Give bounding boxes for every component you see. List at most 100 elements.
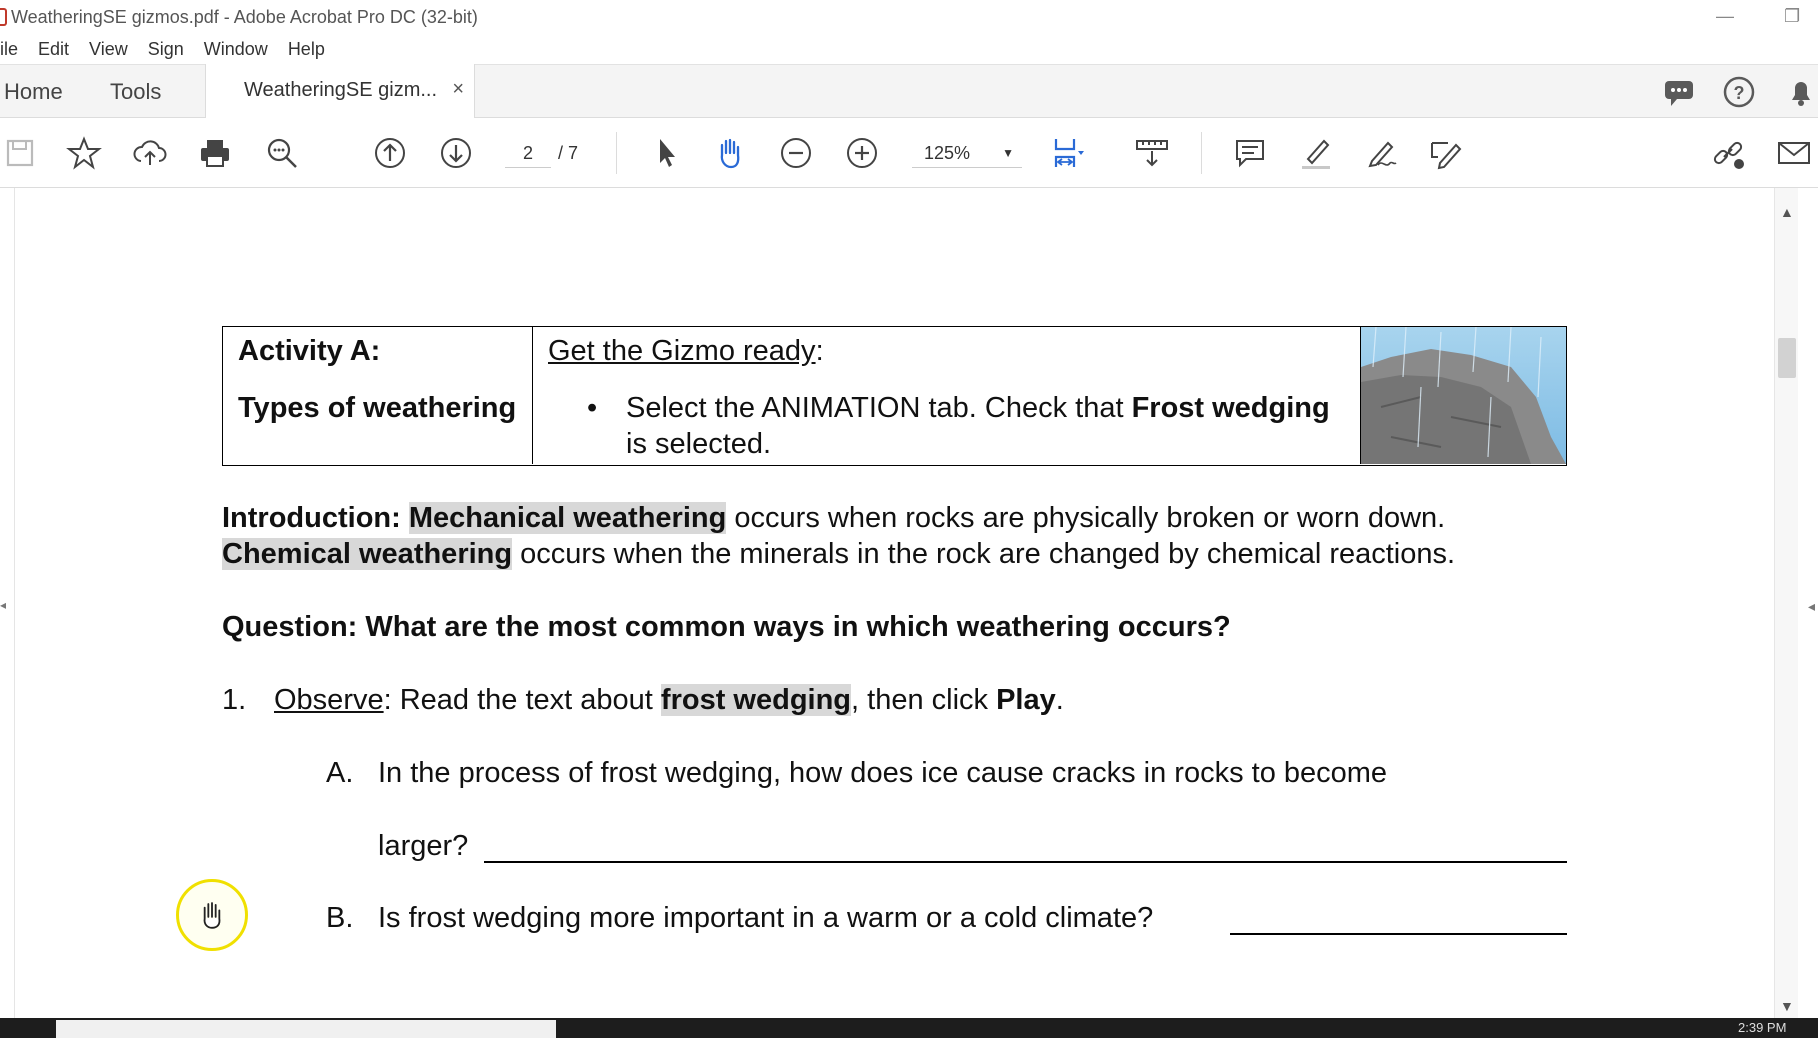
intro-label: Introduction: — [222, 502, 409, 534]
page-up-icon[interactable] — [372, 135, 408, 171]
intro-term-mechanical: Mechanical weathering — [408, 502, 727, 534]
question-1: 1. Observe: Read the text about frost wed… — [222, 682, 1064, 718]
bullet-dot: • — [587, 392, 598, 424]
highlight-icon[interactable] — [1298, 135, 1334, 171]
question-1a-cont: larger? — [378, 830, 469, 862]
page-total: / 7 — [558, 143, 579, 163]
find-icon[interactable] — [264, 135, 300, 171]
bullet-text-part1: Select the ANIMATION tab. Check that — [626, 392, 1132, 424]
intro-text-1: occurs when rocks are physically broken … — [726, 502, 1446, 534]
intro-line-2: Chemical weathering occurs when the mine… — [222, 536, 1582, 572]
hand-tool-icon[interactable] — [712, 135, 748, 171]
bookmark-star-icon[interactable] — [66, 135, 102, 171]
bullet-text-part2: is selected. — [626, 428, 772, 460]
acrobat-app-icon — [0, 8, 7, 26]
tab-document[interactable]: WeatheringSE gizm... × — [205, 64, 475, 119]
gizmo-colon: : — [815, 335, 824, 367]
vertical-scrollbar[interactable]: ▲ ▼ — [1774, 188, 1798, 1018]
introduction-paragraph: Introduction: Mechanical weathering occu… — [222, 500, 1582, 572]
scroll-thumb[interactable] — [1778, 338, 1796, 378]
question-1-number: 1. — [222, 684, 247, 716]
scroll-up-icon[interactable]: ▲ — [1780, 204, 1794, 220]
svg-text:?: ? — [1734, 83, 1745, 103]
window-title: WeatheringSE gizmos.pdf - Adobe Acrobat … — [11, 6, 478, 27]
tab-home[interactable]: Home — [4, 79, 63, 105]
comment-icon[interactable] — [1232, 135, 1268, 171]
activity-subtitle: Types of weathering — [238, 392, 517, 424]
page-edge — [14, 188, 15, 1018]
right-panel-toggle-icon[interactable]: ◂ — [1808, 598, 1815, 615]
zoom-in-icon[interactable] — [844, 135, 880, 171]
select-arrow-icon[interactable] — [648, 135, 684, 171]
title-bar: WeatheringSE gizmos.pdf - Adobe Acrobat … — [0, 0, 1818, 34]
zoom-select[interactable]: 125% ▼ — [912, 138, 1022, 168]
print-icon[interactable] — [197, 135, 233, 171]
gizmo-ready-heading: Get the Gizmo ready: — [548, 333, 1345, 369]
hand-cursor-icon — [176, 879, 248, 951]
document-viewport[interactable]: ◂ Activity A: Types of weathering Get th… — [0, 188, 1818, 1018]
menu-help[interactable]: Help — [278, 39, 335, 60]
share-link-icon[interactable] — [1710, 135, 1746, 171]
intro-line-1: Introduction: Mechanical weathering occu… — [222, 500, 1582, 536]
scroll-down-icon[interactable]: ▼ — [1780, 998, 1794, 1014]
taskbar-clock: 2:39 PM — [1738, 1020, 1787, 1035]
tab-bar: Home Tools WeatheringSE gizm... × ? — [0, 64, 1818, 119]
close-tab-icon[interactable]: × — [452, 78, 464, 101]
left-panel-toggle-icon[interactable]: ◂ — [0, 598, 6, 612]
menu-bar: ile Edit View Sign Window Help — [0, 34, 1818, 64]
question-heading: Question: What are the most common ways … — [222, 611, 1231, 643]
menu-window[interactable]: Window — [194, 39, 278, 60]
bullet-text-bold: Frost wedging — [1131, 392, 1330, 424]
menu-edit[interactable]: Edit — [28, 39, 79, 60]
observe-label: Observe — [274, 684, 384, 716]
restore-icon[interactable]: ❐ — [1784, 6, 1800, 27]
answer-line-b[interactable] — [1230, 933, 1567, 935]
scroll-mode-icon[interactable] — [1134, 135, 1170, 171]
zoom-value: 125% — [924, 143, 971, 163]
activity-title: Activity A: — [238, 335, 381, 367]
cloud-upload-icon[interactable] — [132, 135, 168, 171]
email-icon[interactable] — [1776, 135, 1812, 171]
frost-wedging-term: frost wedging — [660, 684, 852, 716]
save-icon[interactable] — [2, 135, 38, 171]
question-1b-letter: B. — [326, 902, 354, 934]
help-icon[interactable]: ? — [1722, 75, 1756, 109]
taskbar-search[interactable] — [56, 1020, 556, 1038]
question-1b-text: Is frost wedging more important in a war… — [378, 902, 1154, 934]
question-1a-letter: A. — [326, 757, 354, 789]
question-1-end: . — [1055, 684, 1064, 716]
gizmo-instructions-cell: Get the Gizmo ready: • Select the ANIMAT… — [533, 327, 1361, 464]
sign-icon[interactable] — [1362, 135, 1398, 171]
question-1b: B. Is frost wedging more important in a w… — [326, 900, 1153, 936]
gizmo-ready-link: Get the Gizmo ready — [548, 335, 816, 367]
tab-tools[interactable]: Tools — [110, 79, 161, 105]
fit-page-icon[interactable] — [1050, 135, 1086, 171]
page-number-input[interactable]: 2 — [505, 138, 551, 168]
question-1-text-2: , then click — [851, 684, 997, 716]
taskbar: 2:39 PM — [0, 1018, 1818, 1038]
bullet-text: Select the ANIMATION tab. Check that Fro… — [548, 390, 1345, 462]
chevron-down-icon: ▼ — [1002, 146, 1014, 160]
activity-label-cell: Activity A: Types of weathering — [223, 327, 533, 464]
notifications-bell-icon[interactable] — [1784, 75, 1818, 109]
gizmo-bullet: • Select the ANIMATION tab. Check that F… — [548, 390, 1345, 462]
minimize-icon[interactable]: — — [1716, 6, 1734, 27]
question-1a-text: In the process of frost wedging, how doe… — [378, 757, 1388, 789]
menu-file[interactable]: ile — [0, 39, 28, 60]
toolbar-divider — [1201, 132, 1202, 174]
toolbar-divider — [616, 132, 617, 174]
intro-term-chemical: Chemical weathering — [222, 538, 513, 570]
answer-line-a[interactable] — [484, 861, 1567, 863]
edit-icon[interactable] — [1428, 135, 1464, 171]
rock-rain-image — [1361, 327, 1566, 464]
tab-document-label: WeatheringSE gizm... — [244, 79, 438, 101]
chat-icon[interactable] — [1662, 75, 1696, 109]
question-1a: A. In the process of frost wedging, how d… — [326, 755, 1387, 791]
play-term: Play — [996, 684, 1056, 716]
menu-sign[interactable]: Sign — [138, 39, 194, 60]
intro-text-2: occurs when the minerals in the rock are… — [512, 538, 1456, 570]
page-down-icon[interactable] — [438, 135, 474, 171]
menu-view[interactable]: View — [79, 39, 138, 60]
toolbar: 2 / 7 125% ▼ — [0, 118, 1818, 188]
zoom-out-icon[interactable] — [778, 135, 814, 171]
